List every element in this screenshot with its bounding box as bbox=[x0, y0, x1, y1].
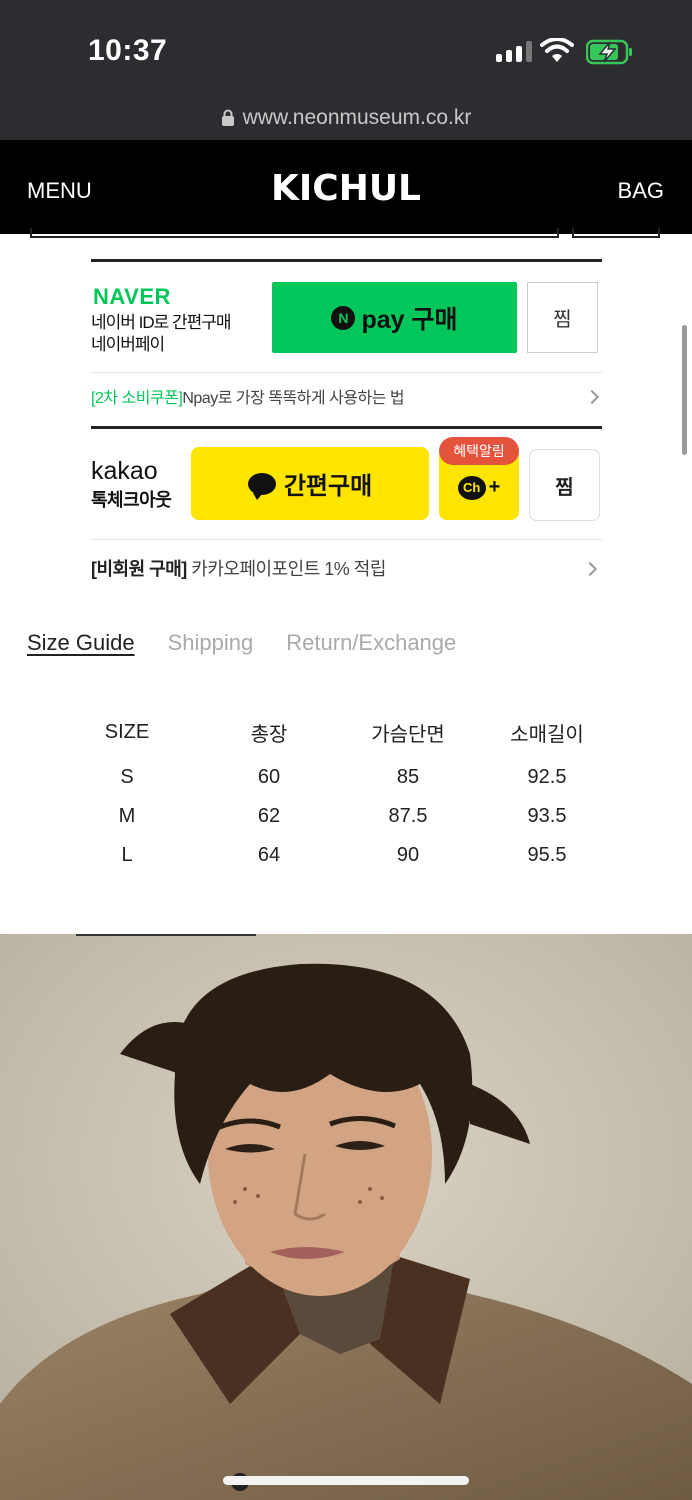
table-cell: 62 bbox=[257, 805, 281, 827]
benefit-alert-badge: 혜택알림 bbox=[439, 437, 519, 465]
naver-wishlist-button[interactable]: 찜 bbox=[527, 282, 598, 353]
cellular-signal-icon bbox=[496, 40, 532, 62]
naver-description: 네이버 ID로 간편구매 네이버페이 bbox=[91, 312, 232, 356]
coupon-highlight: [2차 소비쿠폰] bbox=[91, 390, 183, 407]
site-logo[interactable]: KICHUL bbox=[0, 168, 692, 209]
kakao-wishlist-button[interactable]: 찜 bbox=[529, 449, 600, 521]
table-cell: 93.5 bbox=[527, 805, 567, 827]
column-header: 가슴단면 bbox=[371, 723, 445, 746]
column-header: SIZE bbox=[104, 720, 150, 743]
npay-buy-label: pay 구매 bbox=[361, 305, 458, 334]
naver-coupon-link[interactable]: [2차 소비쿠폰]Npay로 가장 똑똑하게 사용하는 법 bbox=[91, 384, 405, 408]
point-highlight: [비회원 구매] bbox=[91, 559, 187, 579]
tab-size-guide[interactable]: Size Guide bbox=[27, 630, 135, 656]
point-text: 카카오페이포인트 1% 적립 bbox=[186, 559, 386, 579]
table-cell: 85 bbox=[396, 766, 420, 788]
kakao-buy-button[interactable]: 간편구매 bbox=[191, 447, 429, 520]
battery-charging-icon bbox=[586, 39, 632, 65]
table-row: S 60 85 92.5 bbox=[57, 758, 647, 797]
kakao-checkout-section: kakao 톡체크아웃 간편구매 Ch + 혜택알림 찜 [비회원 구매] 카카… bbox=[91, 426, 602, 579]
wifi-icon bbox=[540, 38, 574, 62]
kakao-point-link[interactable]: [비회원 구매] 카카오페이포인트 1% 적립 bbox=[91, 555, 386, 581]
column-header: 소매길이 bbox=[510, 723, 584, 746]
naver-desc-line1: 네이버 ID로 간편구매 bbox=[91, 313, 232, 332]
product-model-photo bbox=[0, 934, 692, 1500]
table-cell: 87.5 bbox=[388, 805, 428, 827]
status-time: 10:37 bbox=[88, 34, 168, 67]
status-bar: 10:37 bbox=[0, 0, 692, 100]
channel-plus: + bbox=[488, 476, 501, 498]
table-cell: 64 bbox=[257, 844, 281, 866]
tab-return-exchange[interactable]: Return/Exchange bbox=[286, 630, 456, 656]
bag-button[interactable]: BAG bbox=[618, 178, 664, 204]
npay-buy-button[interactable]: N pay 구매 bbox=[272, 282, 517, 353]
table-cell: L bbox=[121, 844, 133, 866]
url-display[interactable]: www.neonmuseum.co.kr bbox=[0, 106, 692, 130]
browser-url-bar[interactable]: www.neonmuseum.co.kr bbox=[0, 100, 692, 140]
channel-icon: Ch bbox=[457, 475, 486, 500]
table-header-row: SIZE 총장 가슴단면 소매길이 bbox=[57, 706, 647, 758]
divider bbox=[91, 539, 602, 540]
kakao-buy-label: 간편구매 bbox=[283, 473, 373, 500]
size-table: SIZE 총장 가슴단면 소매길이 S 60 85 92.5 M 62 87.5… bbox=[57, 706, 647, 875]
site-header: MENU KICHUL BAG bbox=[0, 140, 692, 234]
previous-field-border bbox=[30, 228, 559, 238]
column-header: 총장 bbox=[250, 723, 288, 746]
table-cell: S bbox=[120, 766, 134, 788]
chevron-right-icon[interactable] bbox=[584, 389, 600, 405]
npay-n-icon: N bbox=[331, 305, 356, 330]
kakao-logo: kakao bbox=[91, 457, 158, 485]
table-row: L 64 90 95.5 bbox=[57, 836, 647, 875]
chevron-right-icon[interactable] bbox=[582, 561, 598, 577]
naver-logo: NAVER bbox=[93, 284, 171, 309]
page-scrollbar[interactable] bbox=[682, 325, 687, 455]
previous-button-border bbox=[572, 228, 660, 238]
divider bbox=[91, 372, 602, 373]
coupon-text: Npay로 가장 똑똑하게 사용하는 법 bbox=[182, 390, 405, 407]
naver-pay-section: NAVER 네이버 ID로 간편구매 네이버페이 N pay 구매 찜 [2차 … bbox=[91, 259, 602, 407]
home-indicator[interactable] bbox=[223, 1476, 469, 1485]
url-text: www.neonmuseum.co.kr bbox=[242, 106, 472, 129]
lock-icon bbox=[221, 109, 234, 126]
table-cell: 60 bbox=[257, 766, 281, 788]
table-cell: 95.5 bbox=[527, 844, 567, 866]
table-cell: M bbox=[118, 805, 136, 827]
speech-bubble-icon bbox=[247, 472, 276, 500]
table-row: M 62 87.5 93.5 bbox=[57, 797, 647, 836]
table-cell: 92.5 bbox=[527, 766, 567, 788]
table-cell: 90 bbox=[396, 844, 420, 866]
naver-desc-line2: 네이버페이 bbox=[91, 335, 165, 354]
kakao-subtitle: 톡체크아웃 bbox=[91, 490, 172, 510]
info-tabs: Size Guide Shipping Return/Exchange bbox=[27, 630, 456, 656]
tab-shipping[interactable]: Shipping bbox=[168, 630, 254, 656]
model-illustration bbox=[0, 934, 692, 1500]
